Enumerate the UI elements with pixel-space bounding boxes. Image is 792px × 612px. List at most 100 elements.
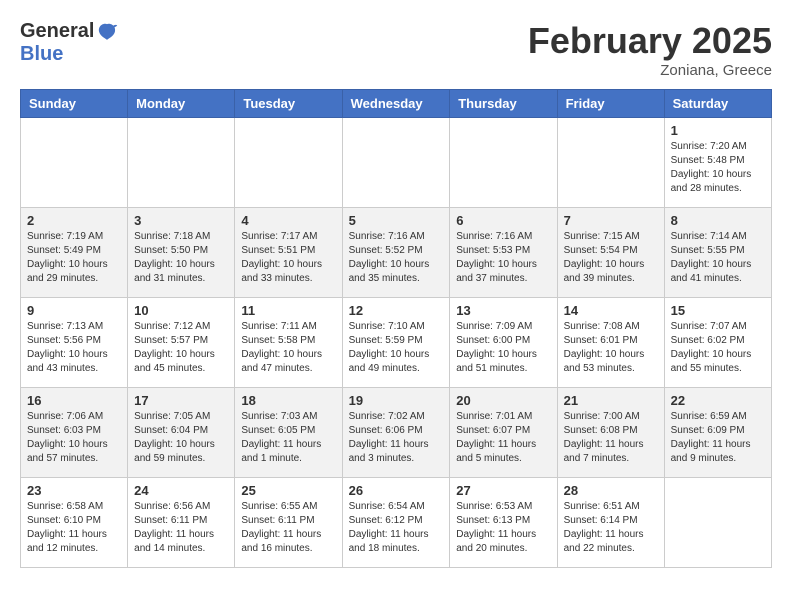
calendar-week-row: 2 Sunrise: 7:19 AM Sunset: 5:49 PM Daylig… xyxy=(21,208,772,298)
calendar-cell: 20 Sunrise: 7:01 AM Sunset: 6:07 PM Dayli… xyxy=(450,388,557,478)
day-info: Sunrise: 7:19 AM Sunset: 5:49 PM Dayligh… xyxy=(27,230,121,286)
calendar-cell: 24 Sunrise: 6:56 AM Sunset: 6:11 PM Dayli… xyxy=(128,478,235,568)
calendar-week-row: 9 Sunrise: 7:13 AM Sunset: 5:56 PM Daylig… xyxy=(21,298,772,388)
day-number: 13 xyxy=(456,303,550,318)
calendar-cell: 8 Sunrise: 7:14 AM Sunset: 5:55 PM Daylig… xyxy=(664,208,771,298)
title-block: February 2025 Zoniana, Greece xyxy=(528,20,772,79)
day-number: 18 xyxy=(241,393,335,408)
day-info: Sunrise: 6:54 AM Sunset: 6:12 PM Dayligh… xyxy=(349,500,444,556)
day-info: Sunrise: 7:18 AM Sunset: 5:50 PM Dayligh… xyxy=(134,230,228,286)
calendar-cell: 19 Sunrise: 7:02 AM Sunset: 6:06 PM Dayli… xyxy=(342,388,450,478)
calendar-cell: 26 Sunrise: 6:54 AM Sunset: 6:12 PM Dayli… xyxy=(342,478,450,568)
calendar-header-row: SundayMondayTuesdayWednesdayThursdayFrid… xyxy=(21,90,772,118)
day-number: 22 xyxy=(671,393,765,408)
logo-bird-icon xyxy=(96,21,118,43)
calendar-cell: 6 Sunrise: 7:16 AM Sunset: 5:53 PM Daylig… xyxy=(450,208,557,298)
day-info: Sunrise: 7:06 AM Sunset: 6:03 PM Dayligh… xyxy=(27,410,121,466)
day-number: 10 xyxy=(134,303,228,318)
day-info: Sunrise: 7:08 AM Sunset: 6:01 PM Dayligh… xyxy=(564,320,658,376)
calendar-cell: 5 Sunrise: 7:16 AM Sunset: 5:52 PM Daylig… xyxy=(342,208,450,298)
month-title: February 2025 xyxy=(528,20,772,62)
day-info: Sunrise: 7:05 AM Sunset: 6:04 PM Dayligh… xyxy=(134,410,228,466)
day-number: 5 xyxy=(349,213,444,228)
calendar-cell xyxy=(342,118,450,208)
day-info: Sunrise: 7:10 AM Sunset: 5:59 PM Dayligh… xyxy=(349,320,444,376)
day-number: 19 xyxy=(349,393,444,408)
calendar-cell xyxy=(21,118,128,208)
logo-blue: Blue xyxy=(20,43,63,65)
day-number: 25 xyxy=(241,483,335,498)
day-info: Sunrise: 6:59 AM Sunset: 6:09 PM Dayligh… xyxy=(671,410,765,466)
day-number: 2 xyxy=(27,213,121,228)
calendar-cell: 18 Sunrise: 7:03 AM Sunset: 6:05 PM Dayli… xyxy=(235,388,342,478)
day-number: 14 xyxy=(564,303,658,318)
calendar-header-wednesday: Wednesday xyxy=(342,90,450,118)
calendar-table: SundayMondayTuesdayWednesdayThursdayFrid… xyxy=(20,89,772,568)
calendar-cell xyxy=(557,118,664,208)
calendar-cell: 1 Sunrise: 7:20 AM Sunset: 5:48 PM Daylig… xyxy=(664,118,771,208)
day-number: 1 xyxy=(671,123,765,138)
day-number: 8 xyxy=(671,213,765,228)
day-number: 26 xyxy=(349,483,444,498)
day-info: Sunrise: 7:14 AM Sunset: 5:55 PM Dayligh… xyxy=(671,230,765,286)
calendar-header-thursday: Thursday xyxy=(450,90,557,118)
day-info: Sunrise: 7:12 AM Sunset: 5:57 PM Dayligh… xyxy=(134,320,228,376)
day-number: 17 xyxy=(134,393,228,408)
day-number: 6 xyxy=(456,213,550,228)
calendar-cell: 14 Sunrise: 7:08 AM Sunset: 6:01 PM Dayli… xyxy=(557,298,664,388)
calendar-cell: 9 Sunrise: 7:13 AM Sunset: 5:56 PM Daylig… xyxy=(21,298,128,388)
calendar-week-row: 23 Sunrise: 6:58 AM Sunset: 6:10 PM Dayli… xyxy=(21,478,772,568)
calendar-cell: 16 Sunrise: 7:06 AM Sunset: 6:03 PM Dayli… xyxy=(21,388,128,478)
day-number: 4 xyxy=(241,213,335,228)
day-number: 16 xyxy=(27,393,121,408)
day-info: Sunrise: 7:17 AM Sunset: 5:51 PM Dayligh… xyxy=(241,230,335,286)
calendar-cell: 12 Sunrise: 7:10 AM Sunset: 5:59 PM Dayli… xyxy=(342,298,450,388)
calendar-cell: 15Sunrise: 7:07 AM Sunset: 6:02 PM Dayli… xyxy=(664,298,771,388)
day-info: Sunrise: 6:53 AM Sunset: 6:13 PM Dayligh… xyxy=(456,500,550,556)
calendar-cell xyxy=(450,118,557,208)
day-info: Sunrise: 6:58 AM Sunset: 6:10 PM Dayligh… xyxy=(27,500,121,556)
calendar-cell: 17 Sunrise: 7:05 AM Sunset: 6:04 PM Dayli… xyxy=(128,388,235,478)
calendar-week-row: 1 Sunrise: 7:20 AM Sunset: 5:48 PM Daylig… xyxy=(21,118,772,208)
day-number: 21 xyxy=(564,393,658,408)
day-number: 11 xyxy=(241,303,335,318)
calendar-cell xyxy=(128,118,235,208)
day-info: Sunrise: 7:03 AM Sunset: 6:05 PM Dayligh… xyxy=(241,410,335,466)
calendar-cell: 25 Sunrise: 6:55 AM Sunset: 6:11 PM Dayli… xyxy=(235,478,342,568)
day-info: Sunrise: 7:16 AM Sunset: 5:53 PM Dayligh… xyxy=(456,230,550,286)
calendar-cell: 10 Sunrise: 7:12 AM Sunset: 5:57 PM Dayli… xyxy=(128,298,235,388)
calendar-cell: 27 Sunrise: 6:53 AM Sunset: 6:13 PM Dayli… xyxy=(450,478,557,568)
calendar-cell xyxy=(664,478,771,568)
calendar-cell: 3 Sunrise: 7:18 AM Sunset: 5:50 PM Daylig… xyxy=(128,208,235,298)
day-info: Sunrise: 7:13 AM Sunset: 5:56 PM Dayligh… xyxy=(27,320,121,376)
day-number: 27 xyxy=(456,483,550,498)
calendar-cell: 21Sunrise: 7:00 AM Sunset: 6:08 PM Dayli… xyxy=(557,388,664,478)
day-info: Sunrise: 7:11 AM Sunset: 5:58 PM Dayligh… xyxy=(241,320,335,376)
day-info: Sunrise: 7:16 AM Sunset: 5:52 PM Dayligh… xyxy=(349,230,444,286)
logo-general: General xyxy=(20,20,94,42)
calendar-cell: 13Sunrise: 7:09 AM Sunset: 6:00 PM Dayli… xyxy=(450,298,557,388)
day-info: Sunrise: 6:51 AM Sunset: 6:14 PM Dayligh… xyxy=(564,500,658,556)
day-info: Sunrise: 7:01 AM Sunset: 6:07 PM Dayligh… xyxy=(456,410,550,466)
day-info: Sunrise: 7:15 AM Sunset: 5:54 PM Dayligh… xyxy=(564,230,658,286)
calendar-cell: 28Sunrise: 6:51 AM Sunset: 6:14 PM Dayli… xyxy=(557,478,664,568)
day-number: 24 xyxy=(134,483,228,498)
calendar-cell: 7Sunrise: 7:15 AM Sunset: 5:54 PM Daylig… xyxy=(557,208,664,298)
calendar-header-sunday: Sunday xyxy=(21,90,128,118)
logo: General Blue xyxy=(20,20,118,65)
calendar-cell: 11 Sunrise: 7:11 AM Sunset: 5:58 PM Dayli… xyxy=(235,298,342,388)
calendar-week-row: 16 Sunrise: 7:06 AM Sunset: 6:03 PM Dayli… xyxy=(21,388,772,478)
calendar-header-friday: Friday xyxy=(557,90,664,118)
day-number: 12 xyxy=(349,303,444,318)
day-number: 20 xyxy=(456,393,550,408)
day-number: 23 xyxy=(27,483,121,498)
day-info: Sunrise: 7:02 AM Sunset: 6:06 PM Dayligh… xyxy=(349,410,444,466)
day-number: 15 xyxy=(671,303,765,318)
day-info: Sunrise: 7:20 AM Sunset: 5:48 PM Dayligh… xyxy=(671,140,765,196)
day-number: 9 xyxy=(27,303,121,318)
calendar-cell: 4 Sunrise: 7:17 AM Sunset: 5:51 PM Daylig… xyxy=(235,208,342,298)
calendar-header-tuesday: Tuesday xyxy=(235,90,342,118)
day-info: Sunrise: 6:56 AM Sunset: 6:11 PM Dayligh… xyxy=(134,500,228,556)
day-info: Sunrise: 6:55 AM Sunset: 6:11 PM Dayligh… xyxy=(241,500,335,556)
day-number: 3 xyxy=(134,213,228,228)
